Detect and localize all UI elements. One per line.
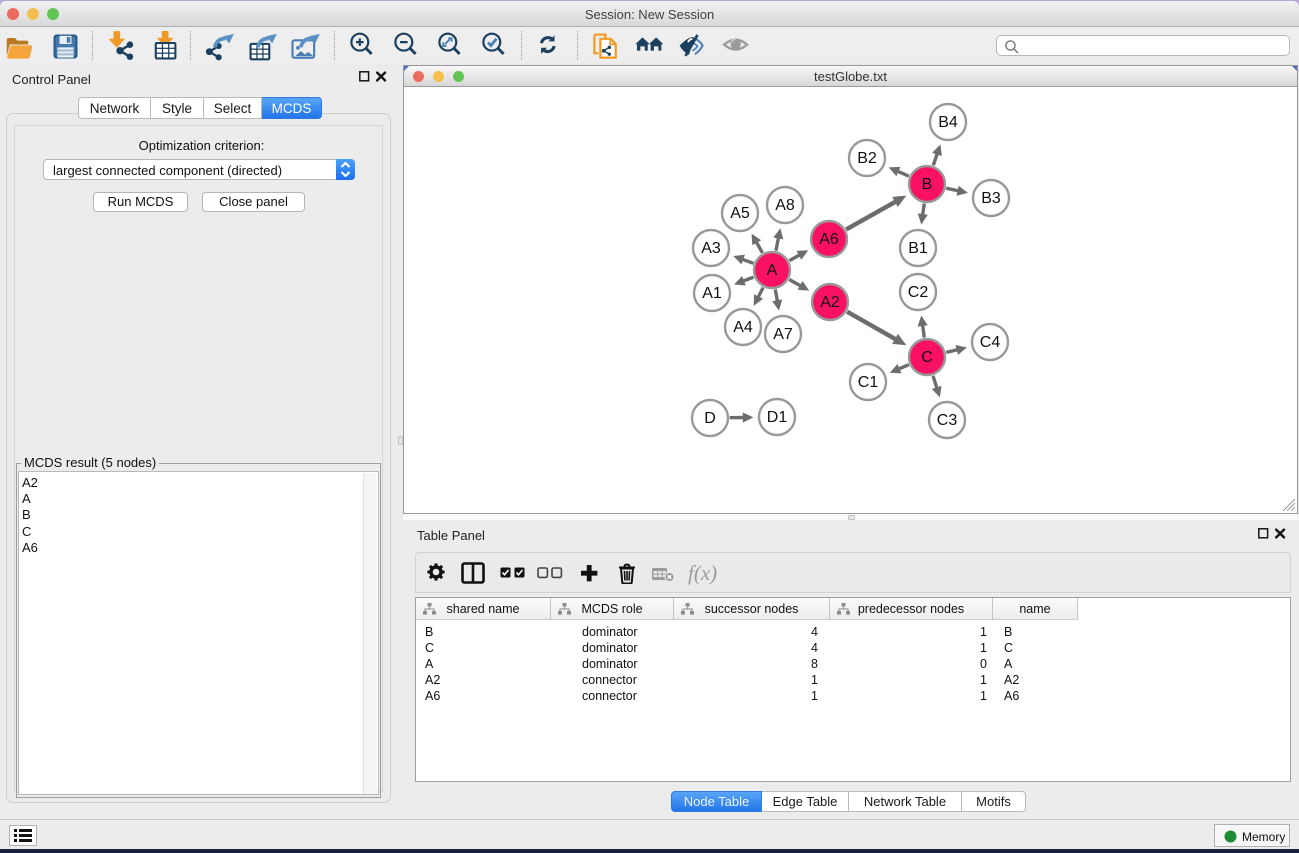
svg-text:D: D	[704, 410, 716, 427]
svg-text:C4: C4	[980, 334, 1001, 351]
svg-text:B: B	[922, 176, 933, 193]
svg-text:A6: A6	[819, 231, 839, 248]
svg-text:A: A	[767, 262, 778, 279]
svg-text:B4: B4	[938, 114, 958, 131]
svg-text:A2: A2	[820, 294, 840, 311]
svg-text:C2: C2	[908, 284, 929, 301]
svg-text:C1: C1	[858, 374, 879, 391]
svg-text:A1: A1	[702, 285, 722, 302]
svg-text:A5: A5	[730, 205, 750, 222]
svg-text:B1: B1	[908, 240, 928, 257]
svg-text:A7: A7	[773, 326, 793, 343]
svg-text:A4: A4	[733, 319, 753, 336]
svg-text:D1: D1	[767, 409, 788, 426]
svg-text:C3: C3	[937, 412, 958, 429]
svg-text:B3: B3	[981, 190, 1001, 207]
svg-text:C: C	[921, 349, 933, 366]
svg-text:B2: B2	[857, 150, 877, 167]
svg-text:A3: A3	[701, 240, 721, 257]
svg-text:A8: A8	[775, 197, 795, 214]
